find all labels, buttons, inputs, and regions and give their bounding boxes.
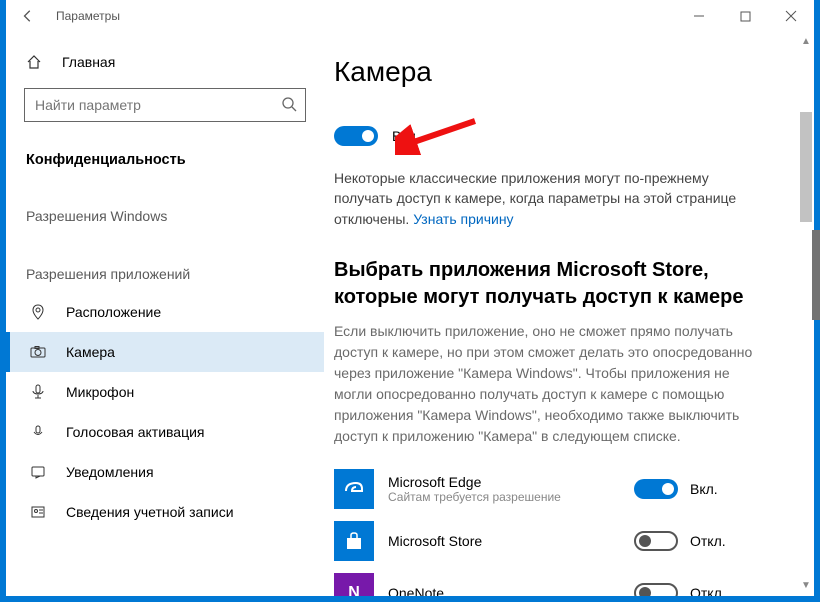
app-name: Microsoft Store	[388, 533, 620, 549]
sidebar-item-microphone[interactable]: Микрофон	[6, 372, 324, 412]
app-toggle-store[interactable]	[634, 531, 678, 551]
app-row-store: Microsoft Store Откл.	[334, 515, 764, 567]
onenote-icon: N	[334, 573, 374, 596]
location-icon	[30, 304, 48, 320]
sidebar: Главная Конфиденциальность Разрешения Wi…	[6, 32, 324, 596]
voice-icon	[30, 424, 48, 440]
sidebar-item-notifications[interactable]: Уведомления	[6, 452, 324, 492]
sidebar-home-label: Главная	[62, 54, 115, 70]
page-title: Камера	[334, 56, 764, 88]
camera-access-toggle[interactable]	[334, 126, 378, 146]
toggle-label: Вкл.	[392, 128, 420, 144]
sidebar-item-account[interactable]: Сведения учетной записи	[6, 492, 324, 532]
sidebar-item-camera[interactable]: Камера	[6, 332, 324, 372]
search-input[interactable]	[35, 97, 281, 113]
sidebar-group-apps: Разрешения приложений	[6, 256, 324, 292]
scroll-down-arrow[interactable]: ▼	[800, 580, 812, 592]
sidebar-item-label: Уведомления	[66, 464, 154, 480]
sidebar-home[interactable]: Главная	[6, 44, 324, 80]
app-row-onenote: N OneNote Откл.	[334, 567, 764, 596]
sidebar-item-label: Камера	[66, 344, 115, 360]
store-icon	[334, 521, 374, 561]
app-name: Microsoft Edge	[388, 474, 620, 490]
sidebar-item-location[interactable]: Расположение	[6, 292, 324, 332]
toggle-state-label: Откл.	[690, 533, 726, 549]
camera-description: Некоторые классические приложения могут …	[334, 168, 764, 229]
scrollbar-thumb[interactable]	[800, 112, 812, 222]
maximize-button[interactable]	[722, 0, 768, 32]
content-area: Камера Вкл. Некоторые классические прило…	[324, 32, 814, 596]
sidebar-current-section: Конфиденциальность	[6, 140, 324, 180]
sidebar-item-label: Голосовая активация	[66, 424, 205, 440]
scroll-up-arrow[interactable]: ▲	[800, 36, 812, 48]
titlebar: Параметры	[6, 0, 814, 32]
learn-why-link[interactable]: Узнать причину	[413, 211, 513, 227]
settings-window: Параметры Главная Ко	[6, 0, 814, 596]
notifications-icon	[30, 464, 48, 480]
back-button[interactable]	[14, 2, 42, 30]
camera-icon	[30, 344, 48, 360]
app-row-edge: Microsoft Edge Сайтам требуется разрешен…	[334, 463, 764, 515]
app-toggle-edge[interactable]	[634, 479, 678, 499]
search-box[interactable]	[24, 88, 306, 122]
app-subtitle: Сайтам требуется разрешение	[388, 490, 620, 504]
apps-heading: Выбрать приложения Microsoft Store, кото…	[334, 257, 764, 311]
sidebar-group-windows: Разрешения Windows	[6, 198, 324, 234]
sidebar-item-label: Расположение	[66, 304, 161, 320]
microphone-icon	[30, 384, 48, 400]
apps-description: Если выключить приложение, оно не сможет…	[334, 321, 764, 447]
sidebar-item-voice[interactable]: Голосовая активация	[6, 412, 324, 452]
home-icon	[26, 54, 44, 70]
app-name: OneNote	[388, 585, 620, 596]
window-title: Параметры	[56, 9, 120, 23]
account-icon	[30, 504, 48, 520]
app-toggle-onenote[interactable]	[634, 583, 678, 596]
toggle-state-label: Вкл.	[690, 481, 718, 497]
close-button[interactable]	[768, 0, 814, 32]
edge-icon	[334, 469, 374, 509]
minimize-button[interactable]	[676, 0, 722, 32]
search-icon	[281, 96, 297, 115]
sidebar-item-label: Микрофон	[66, 384, 134, 400]
outer-scrollbar-thumb[interactable]	[812, 230, 820, 320]
sidebar-item-label: Сведения учетной записи	[66, 504, 234, 520]
toggle-state-label: Откл.	[690, 585, 726, 596]
